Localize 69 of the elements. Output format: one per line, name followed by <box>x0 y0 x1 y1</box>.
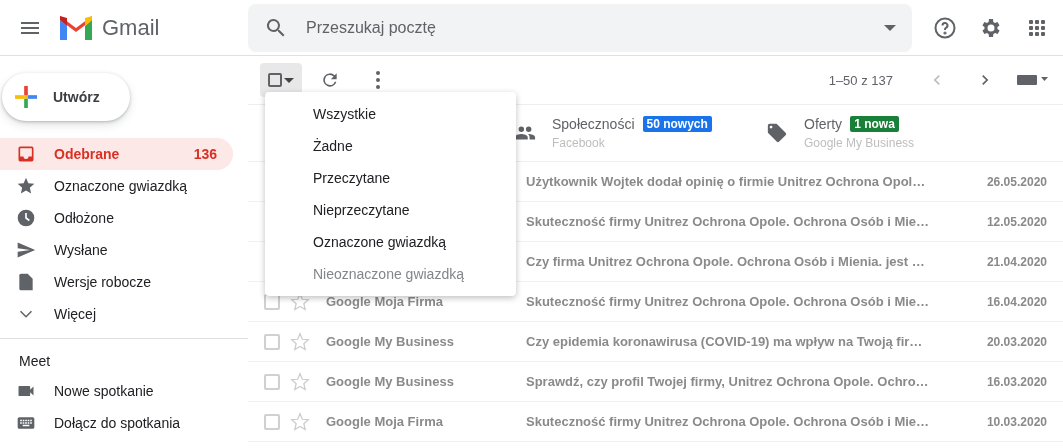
star-outline-icon <box>290 331 310 352</box>
email-subject: Czy epidemia koronawirusa (COVID-19) ma wpływ na Twoją fir… <box>526 334 924 349</box>
email-subject: Sprawdź, czy profil Twojej firmy, Unitrez Ochrona Opole. Ochro… <box>526 374 930 389</box>
search-bar[interactable]: Przeszukaj pocztę <box>248 3 912 52</box>
sidebar-item[interactable]: Odłożone <box>0 202 233 234</box>
new-count-badge: 1 nowa <box>850 116 899 132</box>
chevron-down-icon <box>20 310 32 318</box>
help-icon <box>933 15 957 40</box>
pagination-text: 1–50 z 137 <box>828 72 893 88</box>
checkbox[interactable] <box>268 73 282 87</box>
sidebar-item[interactable]: Odebrane 136 <box>0 138 233 170</box>
email-date: 20.03.2020 <box>986 334 1047 349</box>
tab-title: Oferty <box>804 116 843 132</box>
row-checkbox[interactable] <box>264 413 280 430</box>
more-vertical-icon <box>376 71 380 89</box>
document-icon <box>16 272 36 292</box>
sidebar-item[interactable]: Oznaczone gwiazdką <box>0 170 233 202</box>
app-name: Gmail <box>102 14 160 41</box>
email-row[interactable]: Google Moja Firma Skuteczność firmy Unitrez Ochrona Opole. Ochrona Osób i Mie… 10.03.2020 <box>248 402 1063 442</box>
email-sender: Google Moja Firma <box>326 294 443 309</box>
sidebar-item[interactable]: Dołącz do spotkania <box>0 407 233 439</box>
email-date: 16.03.2020 <box>986 374 1047 389</box>
email-row[interactable]: Google My Business Sprawdź, czy profil Twojej firmy, Unitrez Ochrona Opole. Ochro… 16.03.2020 <box>248 362 1063 402</box>
tag-icon <box>766 122 788 144</box>
compose-button[interactable]: Utwórz <box>2 73 130 121</box>
row-checkbox[interactable] <box>264 373 280 390</box>
menu-item[interactable]: Przeczytane <box>265 162 516 194</box>
sidebar-item[interactable]: Wysłane <box>0 234 233 266</box>
caret-icon <box>284 77 294 83</box>
menu-item[interactable]: Żadne <box>265 130 516 162</box>
star-outline-icon <box>290 371 310 392</box>
email-sender: Google My Business <box>326 334 454 349</box>
envelope-logo-icon <box>58 13 94 42</box>
email-subject: Skuteczność firmy Unitrez Ochrona Opole. Ochrona Osób i Mie… <box>526 214 931 229</box>
send-icon <box>16 240 36 260</box>
email-sender: Google My Business <box>326 374 454 389</box>
email-date: 10.03.2020 <box>986 414 1047 429</box>
row-checkbox[interactable] <box>264 333 280 350</box>
email-date: 26.05.2020 <box>986 174 1047 189</box>
star-icon <box>16 176 36 196</box>
sidebar-item[interactable]: Więcej <box>0 298 233 330</box>
email-date: 16.04.2020 <box>986 294 1047 309</box>
email-subject: Skuteczność firmy Unitrez Ochrona Opole. Ochrona Osób i Mie… <box>526 294 931 309</box>
category-tab[interactable]: Oferty 1 nowa Google My Business <box>762 105 1014 161</box>
keyboard-icon <box>1017 72 1049 88</box>
clock-icon <box>16 208 36 228</box>
refresh-icon <box>320 70 340 90</box>
email-sender: Google Moja Firma <box>326 414 443 429</box>
tab-title: Społeczności <box>552 116 635 132</box>
search-field[interactable]: Przeszukaj pocztę <box>304 17 868 38</box>
tab-subtitle: Facebook <box>552 136 606 150</box>
caret-icon[interactable] <box>884 24 896 31</box>
menu-item[interactable]: Wszystkie <box>265 98 516 130</box>
unread-count: 136 <box>193 146 217 162</box>
star-outline-icon <box>290 411 310 432</box>
section-title: Meet <box>18 352 52 371</box>
email-subject: Użytkownik Wojtek dodał opinię o firmie Unitrez Ochrona Opol… <box>526 174 927 189</box>
sidebar-item[interactable]: Wersje robocze <box>0 266 233 298</box>
email-subject: Skuteczność firmy Unitrez Ochrona Opole. Ochrona Osób i Mie… <box>526 414 931 429</box>
inbox-icon <box>16 144 36 164</box>
email-date: 21.04.2020 <box>986 254 1047 269</box>
email-subject: Czy firma Unitrez Ochrona Opole. Ochrona Osób i Mienia. jest … <box>526 254 926 269</box>
select-dropdown-button[interactable] <box>260 63 302 97</box>
plus-icon <box>15 86 37 108</box>
email-date: 12.05.2020 <box>986 214 1047 229</box>
tab-subtitle: Google My Business <box>804 136 915 150</box>
email-row[interactable]: Google My Business Czy epidemia koronawirusa (COVID-19) ma wpływ na Twoją fir… 20.03.2020 <box>248 322 1063 362</box>
new-count-badge: 50 nowych <box>642 116 712 132</box>
sidebar-item[interactable]: Nowe spotkanie <box>0 375 233 407</box>
